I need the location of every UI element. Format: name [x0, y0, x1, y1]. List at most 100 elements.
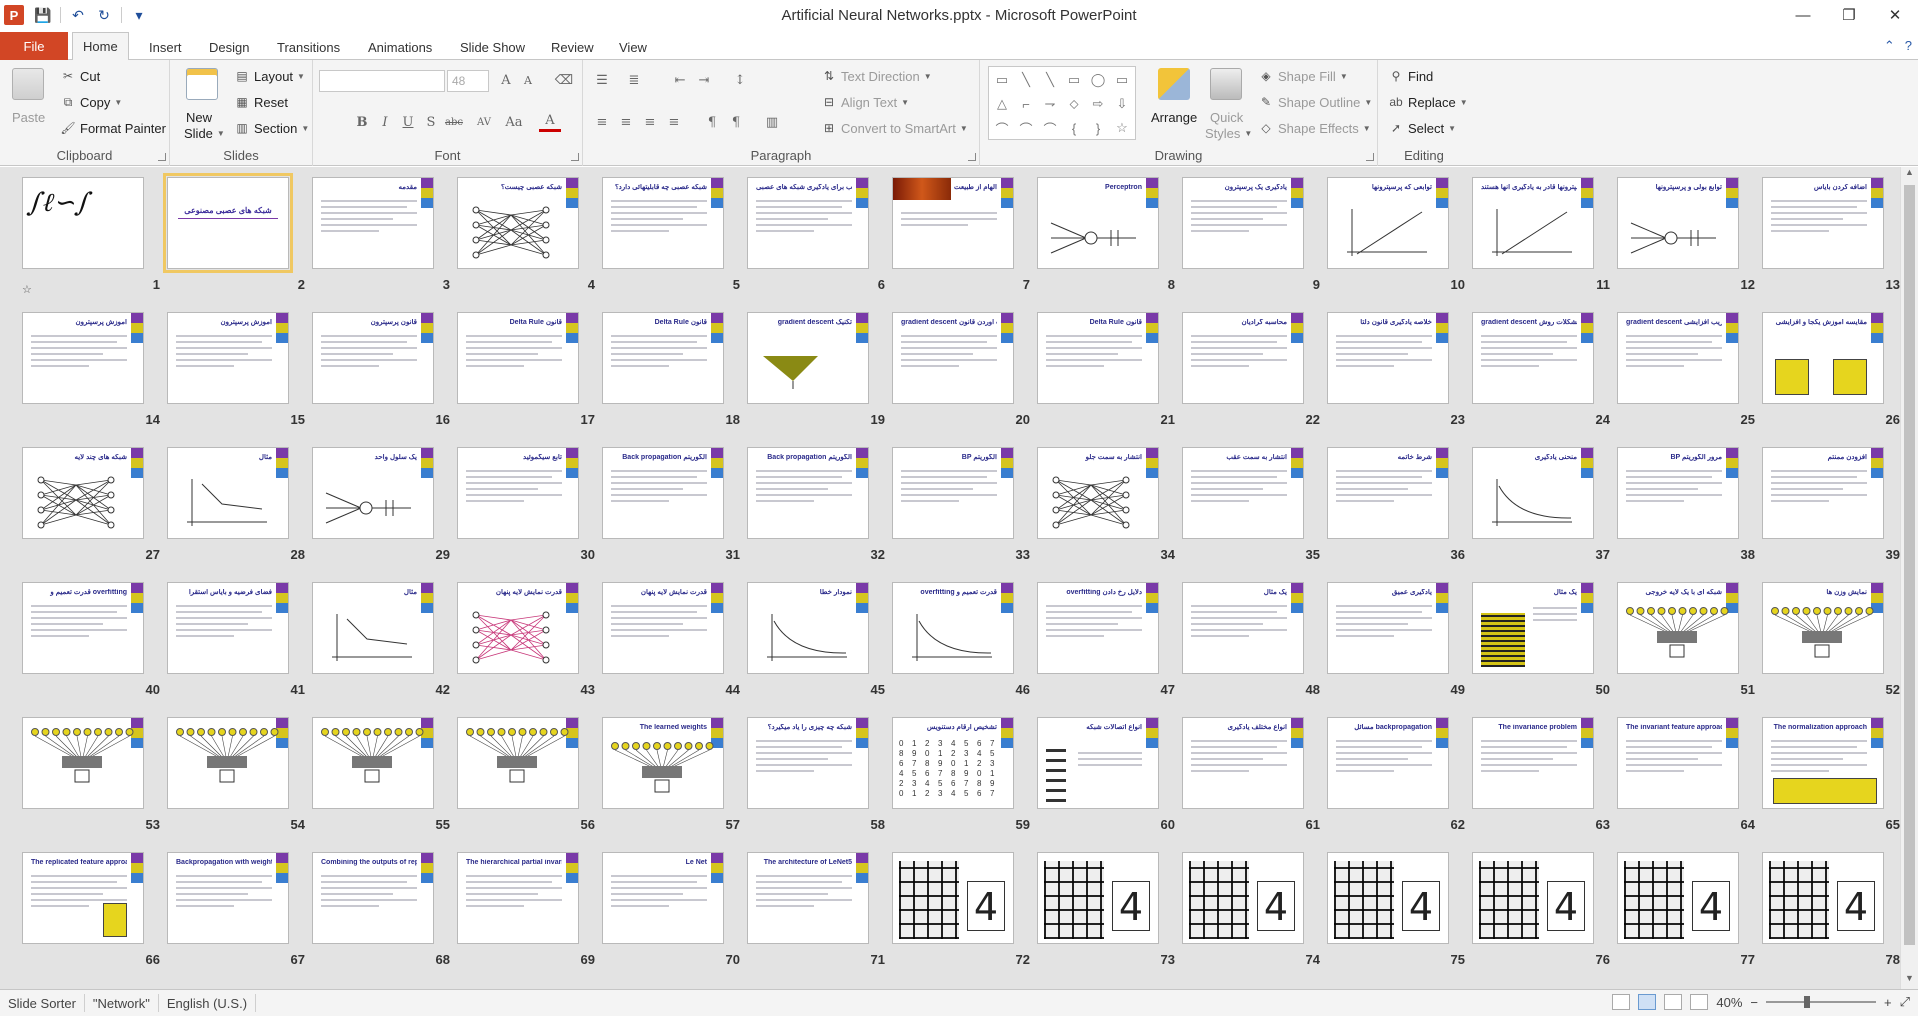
slide-thumbnail[interactable]: قانون پرسپترون [312, 312, 434, 404]
slide-thumbnail[interactable]: Le Net [602, 852, 724, 944]
language-indicator[interactable]: English (U.S.) [159, 994, 257, 1012]
slide-thumbnail[interactable]: ∫ℓ∽∫ [22, 177, 144, 269]
shape-fill-button[interactable]: ◈ Shape Fill ▼ [1258, 68, 1347, 84]
close-button[interactable]: ✕ [1872, 0, 1918, 30]
align-right-icon[interactable]: ≡ [639, 112, 661, 132]
slide-thumbnail[interactable]: یک مثال [1182, 582, 1304, 674]
tab-file[interactable]: File [0, 32, 68, 60]
slide-thumbnail[interactable]: منحنی یادگیری [1472, 447, 1594, 539]
slide-thumbnail[interactable]: توابعی که پرسپترونها [1327, 177, 1449, 269]
slide-thumbnail[interactable]: شبکه های عصبی مصنوعی [163, 173, 293, 273]
clear-formatting-icon[interactable]: ⌫ [553, 70, 575, 90]
numbering-icon[interactable]: ≣ [623, 70, 645, 90]
grow-font-button[interactable]: A [495, 70, 517, 90]
customize-qat-icon[interactable]: ▾ [128, 4, 150, 26]
slide-sorter[interactable]: ∫ℓ∽∫ 1 شبکه های عصبی مصنوعی 2 مقدمه 3 شبکه عصب… [0, 167, 1900, 989]
tab-design[interactable]: Design [199, 34, 259, 61]
tab-home[interactable]: Home [72, 32, 129, 61]
slide-thumbnail[interactable]: The invariant feature approach [1617, 717, 1739, 809]
vertical-scrollbar[interactable]: ▲ ▼ [1900, 167, 1918, 989]
slide-thumbnail[interactable]: آموزش پرسپترون [167, 312, 289, 404]
minimize-ribbon-icon[interactable]: ⌃ [1884, 38, 1895, 54]
italic-button[interactable]: I [374, 112, 396, 132]
slide-thumbnail[interactable]: شبکه های چند لایه [22, 447, 144, 539]
font-size-combobox[interactable]: 48 [447, 70, 489, 92]
slide-thumbnail[interactable]: انتشار به سمت جلو [1037, 447, 1159, 539]
section-button[interactable]: ▥ Section ▼ [234, 120, 309, 136]
arrange-button[interactable]: Arrange [1151, 110, 1197, 125]
slide-thumbnail[interactable]: The hierarchical partial invariance appr… [457, 852, 579, 944]
slide-thumbnail[interactable]: overfitting دلایل رخ دادن [1037, 582, 1159, 674]
tab-view[interactable]: View [609, 34, 657, 61]
convert-smartart-button[interactable]: ⊞ Convert to SmartArt ▼ [821, 120, 968, 136]
shape-gallery-item[interactable]: ☆ [1111, 117, 1133, 139]
line-spacing-icon[interactable]: ↕ [729, 70, 751, 90]
shape-gallery-item[interactable]: ⌒ [1015, 117, 1037, 139]
scrollbar-thumb[interactable] [1904, 185, 1915, 945]
shape-gallery-item[interactable]: ▭ [1063, 69, 1085, 91]
shape-gallery-item[interactable]: ⇩ [1111, 93, 1133, 115]
shape-gallery-item[interactable]: ⇨ [1087, 93, 1109, 115]
shrink-font-button[interactable]: A [517, 70, 539, 90]
bullets-icon[interactable]: ☰ [591, 70, 613, 90]
dialog-launcher-icon[interactable] [571, 153, 579, 161]
reset-button[interactable]: ▦ Reset [234, 94, 288, 110]
slide-thumbnail[interactable]: شبکه ای با یک لایه خروجی [1617, 582, 1739, 674]
slide-thumbnail[interactable]: BP مرور الگوریتم [1617, 447, 1739, 539]
shape-outline-button[interactable]: ✎ Shape Outline ▼ [1258, 94, 1372, 110]
slide-thumbnail[interactable]: یک سلول واحد [312, 447, 434, 539]
tab-transitions[interactable]: Transitions [267, 34, 350, 61]
slide-thumbnail[interactable]: قدرت نمایش لایه پنهان [602, 582, 724, 674]
save-icon[interactable]: 💾 [32, 4, 54, 26]
slide-thumbnail[interactable]: مثال [167, 447, 289, 539]
slide-thumbnail[interactable]: gradient descent تقریب افزایشی [1617, 312, 1739, 404]
increase-indent-icon[interactable]: ⇥ [693, 70, 715, 90]
shape-gallery-item[interactable]: { [1063, 117, 1085, 139]
font-name-combobox[interactable] [319, 70, 445, 92]
font-color-button[interactable]: A [539, 112, 561, 132]
shape-gallery-item[interactable]: ⇁ [1039, 93, 1061, 115]
slide-thumbnail[interactable]: 4 [1617, 852, 1739, 944]
new-slide-button[interactable]: New [186, 110, 212, 125]
shape-gallery-item[interactable]: ⬦ [1063, 93, 1085, 115]
slide-thumbnail[interactable]: توابعی که پرسپترونها قادر به یادگیری آنه… [1472, 177, 1594, 269]
slide-thumbnail[interactable]: قدرت تعمیم و overfitting [22, 582, 144, 674]
tab-slide-show[interactable]: Slide Show [450, 34, 535, 61]
format-painter-button[interactable]: 🖌 Format Painter [60, 120, 166, 136]
slide-thumbnail[interactable]: The architecture of LeNet5 [747, 852, 869, 944]
shape-gallery-item[interactable]: ╲ [1039, 69, 1061, 91]
slide-thumbnail[interactable]: Back propagation الگوریتم [602, 447, 724, 539]
shape-gallery-item[interactable]: ╲ [1015, 69, 1037, 91]
slide-thumbnail[interactable]: نمودار خطا [747, 582, 869, 674]
reading-view-icon[interactable] [1664, 994, 1683, 1010]
slide-thumbnail[interactable]: تشخیص ارقام دستنویس 0 1 2 3 4 5 6 7 8 9 0 1 2 3 4 5 6 7 8 9 0… [892, 717, 1014, 809]
ltr-icon[interactable]: ¶ [701, 112, 723, 132]
shape-gallery-item[interactable]: ⌒ [991, 117, 1013, 139]
theme-name[interactable]: "Network" [85, 994, 159, 1012]
minimize-button[interactable]: — [1780, 0, 1826, 30]
slide-thumbnail[interactable]: شرط خاتمه [1327, 447, 1449, 539]
strikethrough-button[interactable]: abc [443, 112, 465, 132]
copy-button[interactable]: ⧉ Copy ▼ [60, 94, 123, 110]
slide-thumbnail[interactable]: آموزش پرسپترون [22, 312, 144, 404]
slide-thumbnail[interactable]: مقایسه آموزش یکجا و افزایشی [1762, 312, 1884, 404]
align-left-icon[interactable]: ≡ [591, 112, 613, 132]
new-slide-dropdown[interactable]: Slide ▼ [184, 126, 225, 141]
slide-thumbnail[interactable]: انواع مختلف یادگیری [1182, 717, 1304, 809]
slide-thumbnail[interactable]: Delta Rule قانون [602, 312, 724, 404]
slide-thumbnail[interactable]: 4 [1327, 852, 1449, 944]
slide-thumbnail[interactable]: gradient descent مشکلات روش [1472, 312, 1594, 404]
slide-thumbnail[interactable]: Delta Rule قانون [1037, 312, 1159, 404]
shape-effects-button[interactable]: ◇ Shape Effects ▼ [1258, 120, 1370, 136]
underline-button[interactable]: U [397, 112, 419, 132]
slide-thumbnail[interactable]: The learned weights [602, 717, 724, 809]
replace-button[interactable]: ab Replace ▼ [1388, 94, 1467, 110]
select-button[interactable]: ➚ Select ▼ [1388, 120, 1456, 136]
change-case-button[interactable]: Aa [503, 112, 525, 132]
dialog-launcher-icon[interactable] [158, 153, 166, 161]
slide-thumbnail[interactable]: 4 [1037, 852, 1159, 944]
slide-thumbnail[interactable]: مقدمه [312, 177, 434, 269]
character-spacing-button[interactable]: AV [473, 112, 495, 132]
slide-thumbnail[interactable] [167, 717, 289, 809]
slide-thumbnail[interactable] [312, 717, 434, 809]
